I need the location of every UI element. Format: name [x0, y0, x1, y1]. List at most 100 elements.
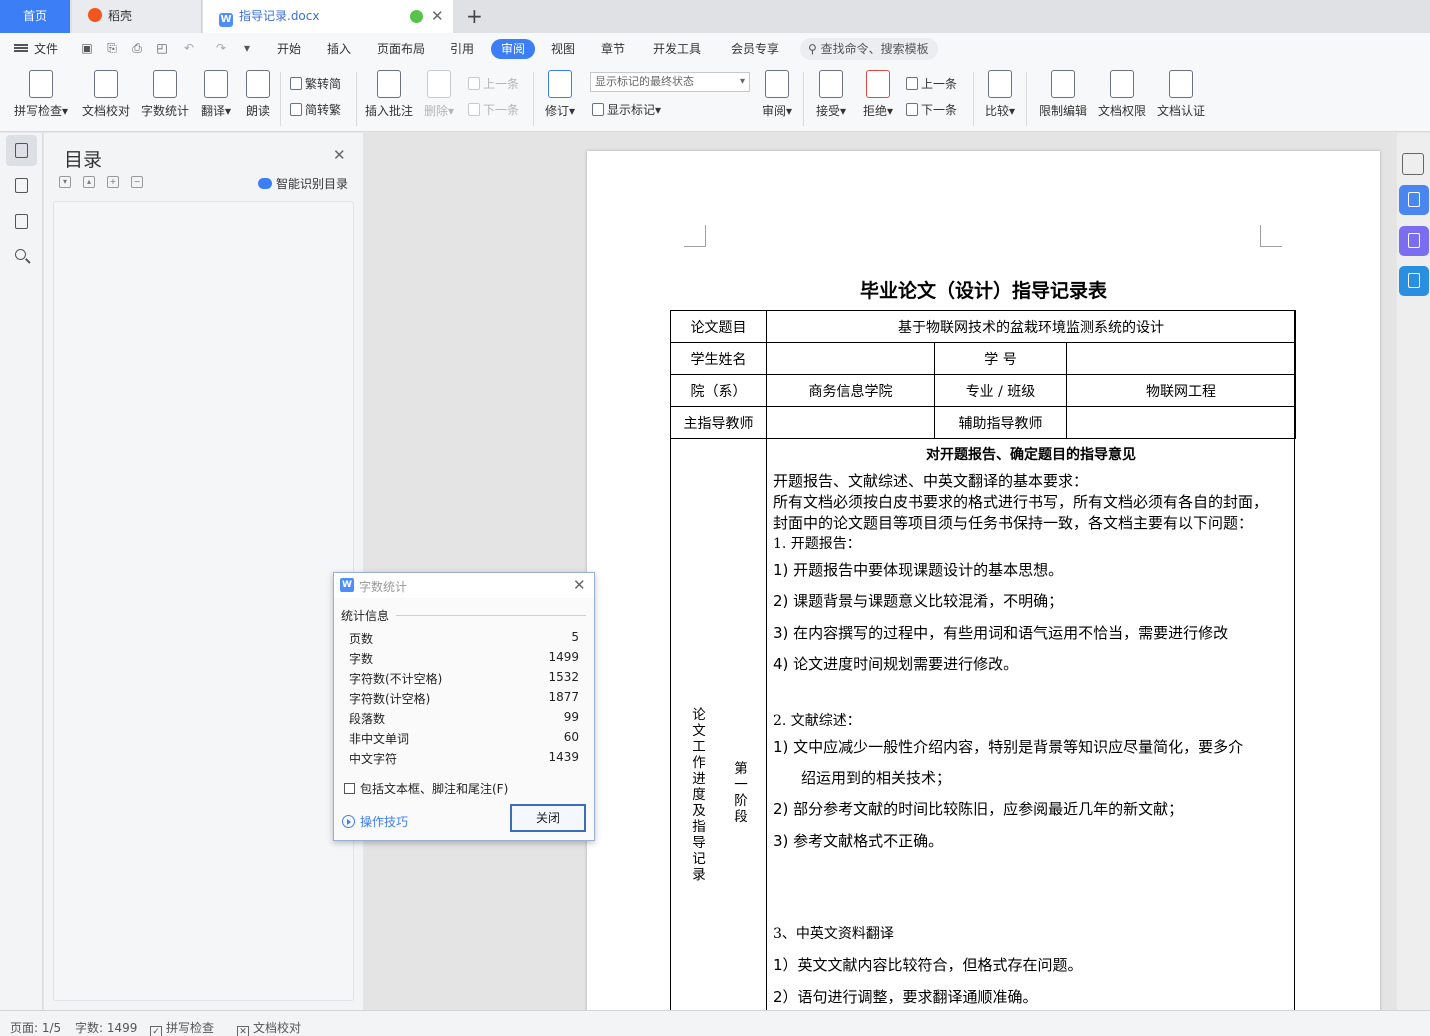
- doc-permission-button[interactable]: 文档权限: [1096, 70, 1148, 119]
- guidance-heading: 对开题报告、确定题目的指导意见: [926, 447, 1136, 463]
- menu-references[interactable]: 引用: [450, 40, 474, 57]
- tips-link[interactable]: 操作技巧: [342, 813, 408, 830]
- tab-home[interactable]: 首页: [0, 0, 70, 33]
- dialog-titlebar[interactable]: W 字数统计 ✕: [334, 573, 594, 598]
- undo-icon[interactable]: ↶: [182, 41, 196, 55]
- prev-change-button[interactable]: 上一条: [906, 75, 957, 92]
- menu-insert[interactable]: 插入: [327, 40, 351, 57]
- checkbox-box[interactable]: [344, 783, 355, 794]
- close-icon[interactable]: ✕: [333, 146, 346, 164]
- file-menu[interactable]: 文件: [14, 40, 58, 57]
- menu-chapter[interactable]: 章节: [601, 40, 625, 57]
- menu-review[interactable]: 审阅: [491, 39, 535, 59]
- toc-list[interactable]: [53, 201, 354, 1001]
- print-icon[interactable]: ⎙: [130, 41, 144, 55]
- save-icon[interactable]: ▣: [80, 41, 94, 55]
- status-spell-check[interactable]: ✓ 拼写检查: [150, 1019, 214, 1036]
- guidance-line: 封面中的论文题目等项目须与任务书保持一致，各文档主要有以下问题：: [773, 514, 1254, 532]
- word-count-button[interactable]: 字数统计: [140, 70, 190, 119]
- add-heading-icon[interactable]: +: [107, 176, 119, 188]
- guidance-line: 3) 在内容撰写的过程中，有些用词和语气运用不恰当，需要进行修改: [773, 624, 1229, 642]
- menu-view[interactable]: 视图: [551, 40, 575, 57]
- delete-comment-icon: [427, 70, 451, 98]
- close-icon[interactable]: ✕: [573, 576, 586, 594]
- page-indicator[interactable]: 页面: 1/5: [10, 1019, 61, 1036]
- close-tab-icon[interactable]: ✕: [431, 0, 444, 33]
- remove-heading-icon[interactable]: −: [131, 176, 143, 188]
- simp-to-trad-button[interactable]: 简转繁: [290, 101, 341, 118]
- export-icon[interactable]: ⎘: [105, 41, 119, 55]
- next-comment-button[interactable]: 下一条: [468, 101, 519, 118]
- delete-comment-button[interactable]: 删除▾: [422, 70, 456, 119]
- trad-to-simp-button[interactable]: 繁转简: [290, 75, 341, 92]
- navigation-panel-button[interactable]: [6, 170, 37, 201]
- value-main-advisor: [766, 406, 935, 439]
- insert-comment-button[interactable]: 插入批注: [365, 70, 413, 119]
- word-count-icon: [153, 70, 177, 98]
- collapse-panel-icon[interactable]: [1402, 153, 1424, 175]
- saved-check-icon: [410, 10, 423, 23]
- value-major: 物联网工程: [1066, 374, 1296, 407]
- print-preview-icon[interactable]: ◰: [155, 41, 169, 55]
- menu-member[interactable]: 会员专享: [731, 40, 779, 57]
- expand-all-icon[interactable]: ▾: [59, 176, 71, 188]
- compare-button[interactable]: 比较▾: [983, 70, 1017, 119]
- doc-proof-button[interactable]: 文档校对: [80, 70, 132, 119]
- prev-comment-button[interactable]: 上一条: [468, 75, 519, 92]
- doc-cert-button[interactable]: 文档认证: [1155, 70, 1207, 119]
- review-pane-button[interactable]: 审阅▾: [760, 70, 794, 119]
- new-tab-button[interactable]: +: [466, 0, 483, 32]
- bookmark-panel-button[interactable]: [6, 206, 37, 237]
- menu-start[interactable]: 开始: [277, 40, 301, 57]
- menu-page-layout[interactable]: 页面布局: [377, 40, 425, 57]
- stat-label: 页数: [349, 632, 374, 646]
- markup-state-select[interactable]: 显示标记的最终状态: [590, 72, 750, 92]
- stat-value: 1499: [548, 650, 579, 664]
- prev-comment-label: 上一条: [483, 77, 520, 91]
- next-change-button[interactable]: 下一条: [906, 101, 957, 118]
- restrict-edit-button[interactable]: 限制编辑: [1037, 70, 1089, 119]
- command-search[interactable]: ⚲ 查找命令、搜索模板: [800, 38, 938, 60]
- menu-developer[interactable]: 开发工具: [653, 40, 701, 57]
- translate-panel-button[interactable]: [1399, 266, 1429, 296]
- wps-writer-icon: W: [340, 578, 354, 592]
- ribbon-divider: [280, 72, 281, 126]
- translate-button[interactable]: 翻译▾: [198, 70, 234, 119]
- guidance-line: 1) 文中应减少一般性介绍内容，特别是背景等知识应尽量简化，要多介: [773, 738, 1244, 756]
- doc-search-button[interactable]: [1399, 226, 1429, 256]
- quick-access-dropdown-icon[interactable]: ▾: [240, 41, 254, 55]
- guidance-line: 2. 文献综述：: [773, 713, 861, 729]
- daoke-icon: [88, 8, 102, 22]
- file-menu-label: 文件: [34, 42, 59, 56]
- toc-panel-button[interactable]: [6, 135, 37, 166]
- read-aloud-button[interactable]: 朗读: [244, 70, 272, 119]
- doc-assistant-button[interactable]: [1399, 185, 1429, 215]
- document-page[interactable]: 毕业论文（设计）指导记录表 论文题目 基于物联网技术的盆栽环境监测系统的设计 学…: [587, 151, 1380, 1010]
- spell-check-button[interactable]: 拼写检查▾: [12, 70, 70, 119]
- toc-pane: 目录 ✕ ▾ ▴ + − 智能识别目录: [44, 133, 363, 1010]
- guidance-line: 1）英文文献内容比较符合，但格式存在问题。: [773, 956, 1083, 974]
- stat-label: 字符数(不计空格): [349, 672, 443, 686]
- label-topic: 论文题目: [670, 310, 767, 343]
- reject-button[interactable]: 拒绝▾: [860, 70, 896, 119]
- dialog-close-button[interactable]: 关闭: [510, 804, 586, 832]
- show-markup-button[interactable]: 显示标记▾: [592, 101, 661, 118]
- redo-icon[interactable]: ↷: [214, 41, 228, 55]
- track-changes-button[interactable]: 修订▾: [542, 70, 578, 119]
- collapse-all-icon[interactable]: ▴: [83, 176, 95, 188]
- value-college: 商务信息学院: [766, 374, 935, 407]
- next-change-icon: [906, 103, 918, 116]
- find-panel-button[interactable]: [6, 242, 37, 273]
- tab-daoke[interactable]: 稻壳: [72, 0, 202, 33]
- accept-button[interactable]: 接受▾: [813, 70, 849, 119]
- stat-label: 字符数(计空格): [349, 692, 431, 706]
- tab-document[interactable]: W 指导记录.docx ✕: [203, 0, 453, 33]
- word-count-indicator[interactable]: 字数: 1499: [75, 1019, 137, 1036]
- smart-toc-button[interactable]: 智能识别目录: [258, 175, 348, 192]
- status-proof[interactable]: ✕ 文档校对: [237, 1019, 301, 1036]
- show-markup-label: 显示标记: [607, 103, 656, 117]
- tips-label: 操作技巧: [360, 815, 409, 829]
- include-textbox-checkbox[interactable]: 包括文本框、脚注和尾注(F): [344, 780, 508, 797]
- guidance-content[interactable]: 对开题报告、确定题目的指导意见 开题报告、文献综述、中英文翻译的基本要求： 所有…: [766, 437, 1296, 1010]
- review-pane-icon: [765, 70, 789, 98]
